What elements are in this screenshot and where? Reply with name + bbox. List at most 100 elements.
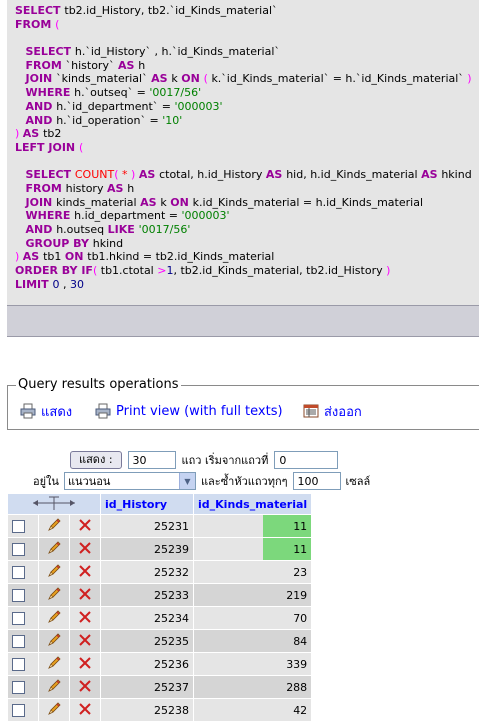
delete-x-icon[interactable] [78, 587, 92, 601]
row-checkbox[interactable] [12, 634, 25, 648]
sql-token: tb2 [43, 127, 62, 141]
sql-token: AS [265, 168, 287, 182]
delete-x-icon[interactable] [78, 518, 92, 532]
display-mode-select[interactable]: แนวนอน ▼ [63, 472, 196, 490]
cell-id-history: 25235 [101, 630, 193, 652]
sql-token: hid, h.id_Kinds_material [286, 168, 422, 182]
cell-id-kinds-material: 219 [194, 584, 312, 606]
sql-line: WHERE h.`outseq` = '0017/56' [15, 86, 479, 100]
export-link[interactable]: ส่งออก [303, 402, 362, 420]
pencil-icon[interactable] [46, 655, 62, 671]
pencil-icon[interactable] [46, 632, 62, 648]
table-row: 25238 42 [8, 699, 312, 721]
sql-token: k.`id_Kinds_material` = h.`id_Kinds_mate… [211, 72, 468, 86]
delete-x-icon[interactable] [78, 679, 92, 693]
delete-x-icon[interactable] [78, 541, 92, 555]
sql-token: JOIN [25, 195, 57, 209]
sql-token: SELECT [25, 45, 75, 59]
sql-token: '0017/56' [149, 86, 202, 100]
row-checkbox[interactable] [12, 611, 25, 625]
table-row: 25232 23 [8, 561, 312, 583]
cell-value: 11 [293, 519, 308, 533]
sql-token: SELECT [25, 168, 75, 182]
sql-token: SELECT [15, 4, 65, 17]
sql-line: JOIN kinds_material AS k ON k.id_Kinds_m… [15, 196, 479, 210]
sql-token: AND [25, 223, 57, 236]
delete-x-icon[interactable] [78, 656, 92, 670]
sql-token: tb1.hkind = tb2.id_Kinds_material [87, 250, 275, 264]
pencil-icon[interactable] [46, 701, 62, 717]
pencil-icon[interactable] [46, 540, 62, 556]
chevron-down-icon[interactable]: ▼ [178, 473, 195, 489]
sql-token: h [127, 181, 135, 195]
pencil-icon[interactable] [46, 563, 62, 579]
print-view-label: Print view (with full texts) [116, 403, 283, 419]
cell-id-history: 25236 [101, 653, 193, 675]
table-row: 25235 84 [8, 630, 312, 652]
in-label: อยู่ใน [33, 475, 59, 488]
delete-x-icon[interactable] [78, 564, 92, 578]
sql-token: 30 [69, 277, 84, 291]
print-view-link[interactable]: Print view (with full texts) [95, 402, 283, 420]
sql-line: FROM `history` AS h [15, 59, 479, 73]
print-link[interactable]: แสดง [20, 402, 72, 420]
row-checkbox[interactable] [12, 680, 25, 694]
sql-token: `kinds_material` [56, 72, 152, 86]
sql-token: k [171, 72, 182, 86]
repeat-headers-input[interactable] [292, 472, 341, 490]
row-select-cell [8, 515, 38, 537]
row-checkbox[interactable] [12, 703, 25, 717]
sql-token: AS [138, 168, 160, 182]
sql-token: '10' [162, 113, 183, 127]
sql-token: h.`id_operation` = [56, 113, 163, 127]
row-delete-cell [70, 676, 100, 698]
row-select-cell [8, 699, 38, 721]
sql-line: LEFT JOIN ( [15, 141, 479, 155]
pencil-icon[interactable] [46, 586, 62, 602]
print-view-icon [95, 403, 111, 419]
pencil-icon[interactable] [46, 678, 62, 694]
sql-line: FROM history AS h [15, 182, 479, 196]
navigation-row-1: แสดง : แถว เริ่มจากแถวที่ [70, 449, 339, 471]
row-delete-cell [70, 584, 100, 606]
sql-query-panel: SELECT tb2.id_History, tb2.`id_Kinds_mat… [7, 0, 479, 305]
delete-x-icon[interactable] [78, 610, 92, 624]
sql-token: LIMIT [15, 277, 53, 291]
sql-token: tb2.id_History, tb2.`id_Kinds_material` [64, 4, 278, 17]
row-checkbox[interactable] [12, 565, 25, 579]
row-checkbox[interactable] [12, 519, 25, 533]
start-row-input[interactable] [274, 451, 339, 469]
row-checkbox[interactable] [12, 542, 25, 556]
row-checkbox[interactable] [12, 657, 25, 671]
column-header-id-history[interactable]: id_History [101, 494, 193, 514]
column-header-id-kinds-material[interactable]: id_Kinds_material [194, 494, 312, 514]
rows-text: แถว เริ่มจากแถวที่ [181, 454, 269, 467]
pencil-icon[interactable] [46, 517, 62, 533]
results-table: id_History id_Kinds_material 25231 11 2523… [7, 493, 312, 722]
sql-token: '0017/56' [138, 223, 191, 236]
sql-token: AS [22, 127, 44, 141]
left-right-arrows-icon [33, 496, 75, 510]
sql-token: AS [140, 195, 161, 209]
cell-id-kinds-material: 288 [194, 676, 312, 698]
row-edit-cell [39, 630, 69, 652]
delete-x-icon[interactable] [78, 702, 92, 716]
pencil-icon[interactable] [46, 609, 62, 625]
row-checkbox[interactable] [12, 588, 25, 602]
rows-count-input[interactable] [127, 451, 176, 469]
sql-token: AND [25, 99, 57, 113]
display-mode-value: แนวนอน [67, 475, 111, 488]
sql-token: ON [181, 72, 204, 86]
show-button[interactable]: แสดง : [70, 451, 122, 469]
delete-x-icon[interactable] [78, 633, 92, 647]
row-edit-cell [39, 676, 69, 698]
sql-line: ORDER BY IF( tb1.ctotal >1, tb2.id_Kinds… [15, 264, 479, 278]
row-edit-cell [39, 653, 69, 675]
sql-line: SELECT tb2.id_History, tb2.`id_Kinds_mat… [15, 4, 479, 18]
sql-line: LIMIT 0 , 30 [15, 278, 479, 292]
sql-line: SELECT h.`id_History` , h.`id_Kinds_mate… [15, 45, 479, 59]
sql-token: h.`id_History` , h.`id_Kinds_material` [74, 45, 280, 59]
sql-token: h.`outseq` = [74, 86, 150, 100]
